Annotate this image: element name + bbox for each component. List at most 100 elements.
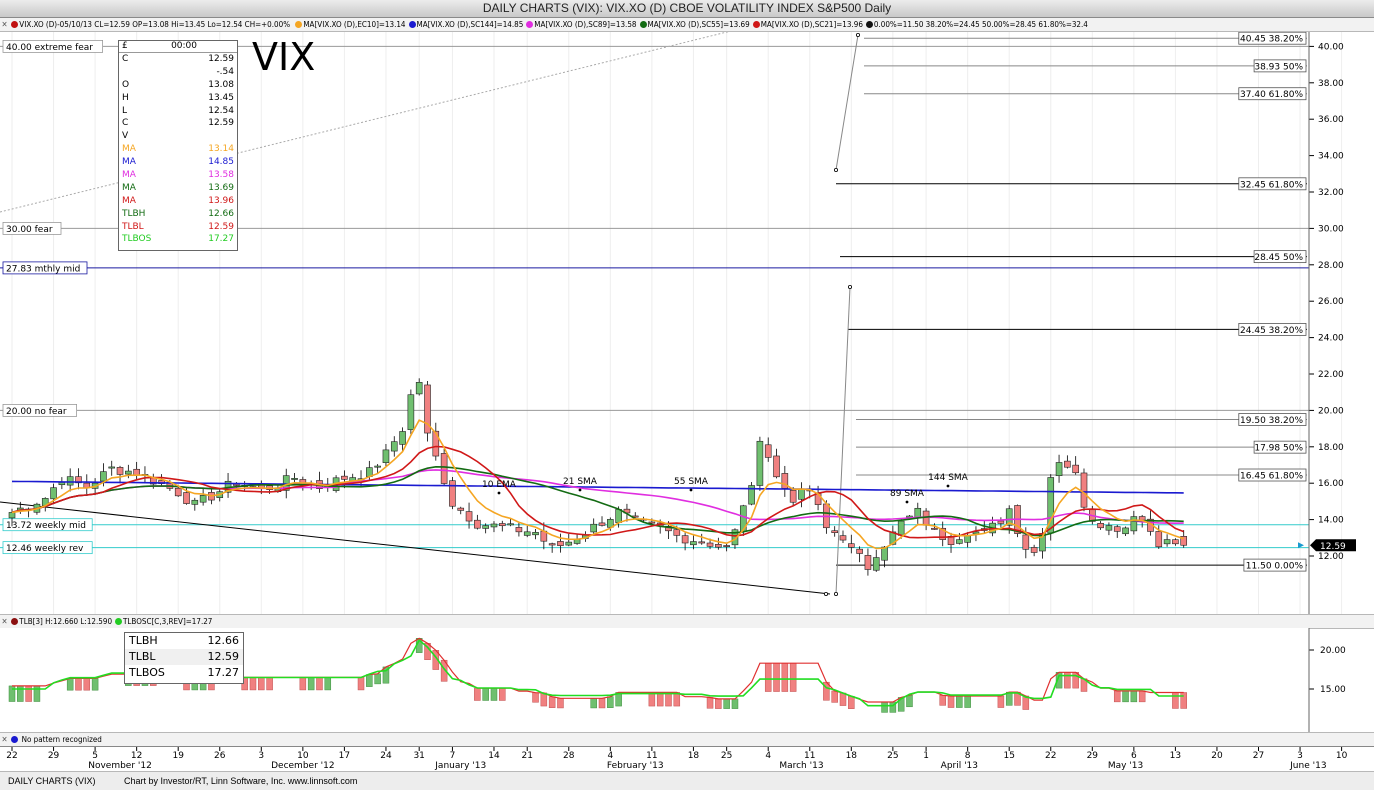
data-window-row: MA 13.58 bbox=[122, 170, 234, 181]
candle bbox=[1030, 547, 1038, 553]
date-tick-label: 27 bbox=[1253, 751, 1264, 761]
candle bbox=[897, 520, 905, 536]
candle bbox=[590, 523, 598, 533]
price-tick-label: 26.00 bbox=[1318, 297, 1344, 307]
date-tick-label: 12 bbox=[131, 751, 142, 761]
series-dot-icon bbox=[639, 21, 647, 28]
date-tick-label: 24 bbox=[380, 751, 392, 761]
tlb-bar bbox=[490, 687, 498, 701]
ma-annotation: 21 SMA bbox=[563, 477, 598, 487]
date-tick-label: 10 bbox=[297, 751, 309, 761]
fib-anchor-point[interactable] bbox=[824, 592, 829, 597]
candle bbox=[773, 455, 780, 478]
oscillator-legend-item[interactable]: TLB[3] H:12.660 L:12.590 bbox=[11, 615, 112, 628]
tlb-bar bbox=[1072, 672, 1079, 689]
date-tick-label: 1 bbox=[923, 751, 929, 761]
data-window-row: MA 13.14 bbox=[122, 144, 234, 155]
tlb-bar bbox=[831, 690, 838, 703]
candle bbox=[856, 548, 863, 554]
month-label: December '12 bbox=[271, 761, 334, 771]
price-tick-label: 38.00 bbox=[1318, 79, 1344, 89]
date-tick-label: 22 bbox=[6, 751, 17, 761]
candle bbox=[1105, 525, 1113, 531]
candle bbox=[706, 542, 714, 547]
price-legend-main[interactable]: VIX.XO (D)-05/10/13 CL=12.59 OP=13.08 Hi… bbox=[11, 18, 290, 31]
tlb-bar bbox=[947, 695, 955, 708]
data-window-row: O 13.08 bbox=[122, 79, 234, 90]
ma-annotation: 144 SMA bbox=[928, 473, 969, 483]
candle bbox=[449, 480, 456, 507]
time-axis[interactable]: 22 29 5 12 19 26 3 10 17 24 31 7 14 21 28 4 11 18 25 4 11 18 2… bbox=[0, 746, 1374, 771]
svg-text:12.59: 12.59 bbox=[1320, 542, 1346, 552]
data-window-row: TLBOS 17.27 bbox=[122, 234, 234, 245]
fib-anchor-point[interactable] bbox=[856, 32, 861, 38]
tlb-bar bbox=[91, 678, 99, 691]
candle bbox=[133, 468, 140, 476]
candle bbox=[864, 555, 872, 570]
month-label: March '13 bbox=[779, 761, 823, 771]
candle bbox=[831, 530, 838, 533]
date-tick-label: 14 bbox=[488, 751, 500, 761]
date-tick-label: 19 bbox=[172, 751, 184, 761]
oscillator-box-row: TLBH 12.66 bbox=[129, 634, 239, 647]
series-dot-icon bbox=[752, 21, 760, 28]
data-window-time: 00:00 bbox=[171, 41, 197, 51]
ma-legend-item[interactable]: MA[VIX.XO (D),EC10]=13.14 bbox=[295, 18, 406, 31]
ma-legend-item[interactable]: MA[VIX.XO (D),SC55]=13.69 bbox=[639, 18, 750, 31]
close-pane-icon[interactable]: ✕ bbox=[0, 18, 9, 31]
price-tick-label: 20.00 bbox=[1318, 406, 1344, 416]
fib-level-label: 11.50 0.00% bbox=[1246, 562, 1304, 572]
date-tick-label: 28 bbox=[563, 751, 575, 761]
oscillator-legend-item[interactable]: TLBOSC[C,3,REV]=17.27 bbox=[115, 615, 212, 628]
data-window-row: MA 13.69 bbox=[122, 182, 234, 193]
candle bbox=[432, 430, 440, 457]
ma-legend-item[interactable]: MA[VIX.XO (D),SC21]=13.96 bbox=[752, 18, 863, 31]
candle bbox=[615, 509, 622, 523]
candle bbox=[789, 490, 797, 503]
candle bbox=[673, 529, 681, 536]
fib-level-label: 16.45 61.80% bbox=[1240, 472, 1303, 482]
candle bbox=[881, 546, 888, 561]
tlb-bar bbox=[266, 677, 273, 691]
data-window-row: V bbox=[122, 131, 129, 142]
date-tick-label: 15 bbox=[1003, 751, 1014, 761]
candle bbox=[125, 470, 132, 475]
close-pane-icon[interactable]: ✕ bbox=[0, 733, 9, 746]
date-tick-label: 18 bbox=[688, 751, 700, 761]
series-dot-icon bbox=[11, 21, 19, 28]
tlb-bar bbox=[731, 698, 739, 709]
level-label: 30.00 fear bbox=[6, 225, 53, 235]
fib-anchor-point[interactable] bbox=[848, 284, 853, 289]
price-tick-label: 14.00 bbox=[1318, 516, 1344, 526]
tlb-bar bbox=[1113, 690, 1121, 703]
data-window[interactable]: £ 00:00 C 12.59 -.54 O 13.08 H 13.45 L 12.54 C 12.… bbox=[118, 40, 238, 251]
oscillator-value-box: TLBH 12.66 TLBL 12.59 TLBOS 17.27 bbox=[124, 632, 244, 684]
tlb-bar bbox=[789, 662, 797, 692]
ma-legend-item[interactable]: MA[VIX.XO (D),SC89]=13.58 bbox=[526, 18, 637, 31]
data-window-currency: £ bbox=[122, 41, 128, 51]
date-tick-label: 29 bbox=[1087, 751, 1099, 761]
tlb-bar bbox=[1064, 672, 1071, 689]
candle bbox=[723, 545, 730, 547]
tlb-bar bbox=[474, 687, 481, 701]
candle bbox=[872, 557, 880, 571]
ma-legend-item[interactable]: 0.00%=11.50 38.20%=24.45 50.00%=28.45 61… bbox=[865, 18, 1088, 31]
ma-annotation: 89 SMA bbox=[890, 489, 925, 499]
oscillator-legend-items: TLB[3] H:12.660 L:12.590 TLBOSC[C,3,REV]=… bbox=[11, 617, 215, 626]
candle bbox=[183, 492, 190, 504]
fib-level-label: 28.45 50% bbox=[1254, 253, 1303, 263]
candle bbox=[839, 535, 847, 541]
oscillator-tick-label: 15.00 bbox=[1320, 685, 1346, 695]
fib-anchor-point[interactable] bbox=[834, 592, 839, 597]
tlb-bar bbox=[324, 677, 332, 691]
tlb-bar bbox=[357, 677, 365, 691]
fib-anchor-point[interactable] bbox=[834, 167, 839, 172]
tlb-bar bbox=[366, 674, 373, 687]
ma-legend-item[interactable]: MA[VIX.XO (D),SC144]=14.85 bbox=[408, 18, 523, 31]
candle bbox=[174, 487, 182, 497]
candle bbox=[199, 495, 207, 503]
price-tick-label: 36.00 bbox=[1318, 115, 1344, 125]
data-window-row: C 12.59 bbox=[122, 54, 234, 64]
close-pane-icon[interactable]: ✕ bbox=[0, 615, 9, 628]
ma-annotation: 55 SMA bbox=[674, 477, 709, 487]
